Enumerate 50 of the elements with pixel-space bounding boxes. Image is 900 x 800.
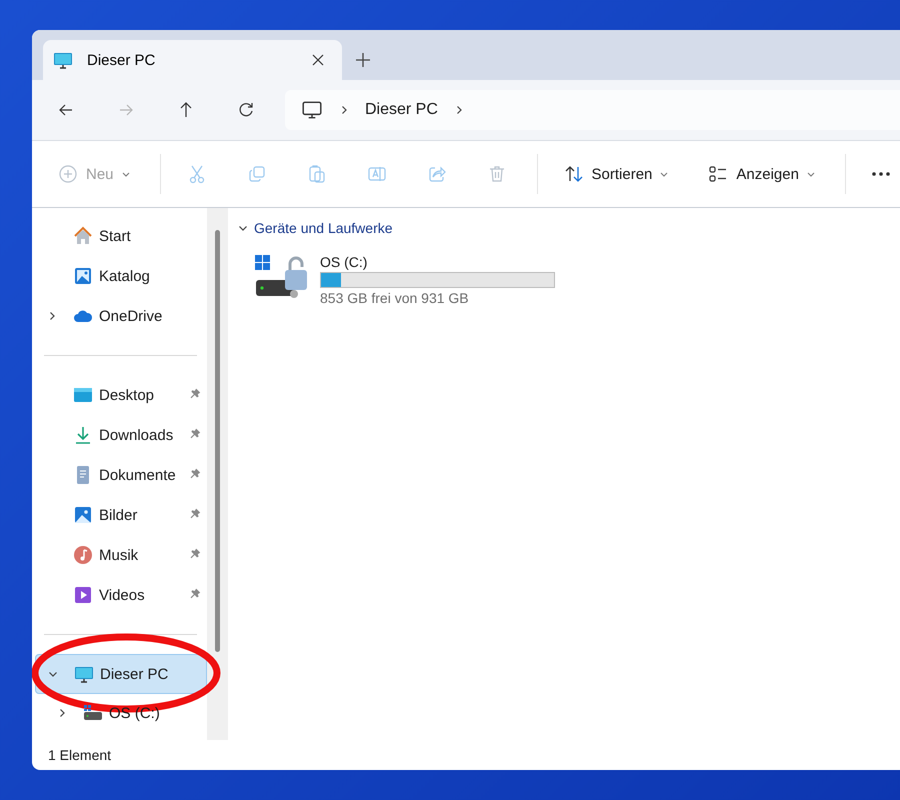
monitor-icon <box>53 50 73 70</box>
chevron-icon <box>47 311 57 321</box>
sidebar-item[interactable]: Dokumente <box>35 455 207 495</box>
chevron-icon <box>339 105 349 115</box>
free-space-text: 853 GB frei von 931 GB <box>320 290 470 306</box>
download-arrow-icon <box>73 425 93 445</box>
rename-icon <box>366 164 387 184</box>
tab[interactable]: Dieser PC <box>43 40 342 80</box>
chevron-icon <box>57 708 67 718</box>
picture-frame-icon <box>73 266 93 286</box>
caret-icon <box>806 170 815 178</box>
video-icon <box>73 585 93 605</box>
copy-icon <box>246 164 267 184</box>
sidebar-item[interactable]: Start <box>35 216 207 256</box>
group-header[interactable]: Geräte und Laufwerke <box>238 220 393 236</box>
picture-icon <box>73 505 93 525</box>
share-icon <box>426 164 447 184</box>
sidebar-item[interactable]: Musik <box>35 535 207 575</box>
status-text: 1 Element <box>48 747 112 763</box>
sidebar-item[interactable]: Bilder <box>35 495 207 535</box>
sidebar-item[interactable]: Desktop <box>35 375 207 415</box>
close-icon <box>312 54 324 66</box>
scrollbar-thumb[interactable] <box>215 230 220 652</box>
breadcrumb[interactable]: Dieser PC <box>365 101 438 119</box>
house-icon <box>73 226 93 246</box>
clipboard-icon <box>306 164 327 184</box>
drive-name[interactable]: OS (C:) <box>320 254 555 270</box>
monitor-icon <box>74 664 94 684</box>
sidebar-item[interactable]: Downloads <box>35 415 207 455</box>
chevron-icon <box>48 669 58 679</box>
plus-circle-icon <box>58 164 78 184</box>
view-list-icon <box>708 164 728 184</box>
music-note-icon <box>73 545 93 565</box>
tab-title: Dieser PC <box>87 52 156 68</box>
caret-icon <box>660 170 668 178</box>
toolbar-button[interactable]: Anzeigen <box>698 158 825 190</box>
sidebar-item[interactable]: OneDrive <box>35 296 207 336</box>
chevron-icon <box>238 223 248 233</box>
toolbar-button[interactable]: Sortieren <box>554 158 678 190</box>
caret-icon <box>122 170 130 178</box>
desktop-icon <box>73 385 93 405</box>
sidebar-item[interactable]: Dieser PC <box>35 654 207 694</box>
monitor-icon <box>301 99 323 121</box>
address-bar[interactable]: Dieser PC <box>285 90 900 130</box>
sidebar-item[interactable]: Videos <box>35 575 207 615</box>
sidebar-item[interactable]: Katalog <box>35 256 207 296</box>
sort-arrows-icon <box>564 164 584 184</box>
more-icon <box>872 172 890 176</box>
drive-icon <box>83 703 103 723</box>
plus-icon <box>356 53 370 67</box>
